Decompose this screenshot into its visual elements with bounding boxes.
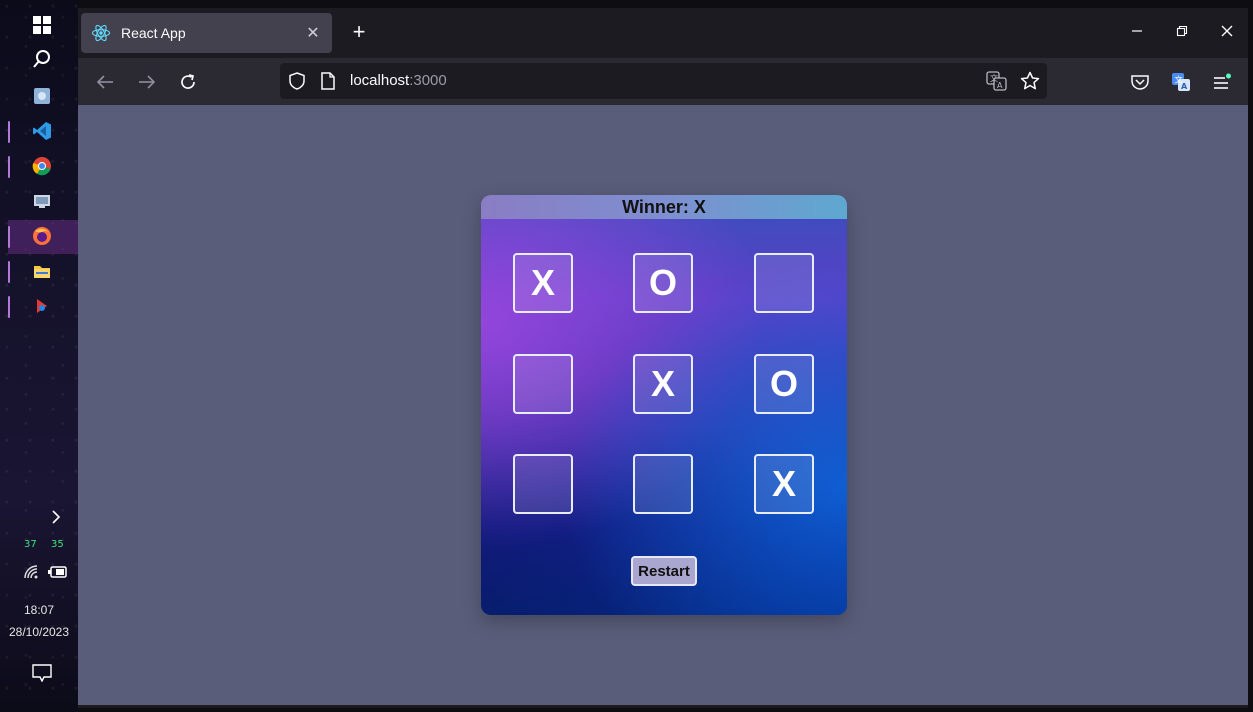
tab-title: React App bbox=[121, 25, 186, 41]
new-tab-icon[interactable]: + bbox=[346, 20, 372, 46]
search-icon[interactable] bbox=[28, 45, 56, 73]
reload-icon[interactable] bbox=[175, 69, 201, 95]
folder-icon[interactable] bbox=[28, 257, 56, 285]
svg-text:A: A bbox=[1181, 82, 1188, 91]
board-cell[interactable]: X bbox=[754, 454, 814, 514]
board-cell[interactable] bbox=[513, 354, 573, 414]
windows-start-icon[interactable] bbox=[28, 11, 56, 39]
tab-react-app[interactable]: React App ✕ bbox=[81, 13, 332, 53]
board-cell[interactable]: O bbox=[754, 354, 814, 414]
translate-icon[interactable]: 文A bbox=[986, 71, 1008, 96]
battery-icon[interactable] bbox=[46, 558, 70, 586]
menu-icon[interactable] bbox=[1209, 69, 1235, 95]
board-cell[interactable] bbox=[513, 454, 573, 514]
bookmark-star-icon[interactable] bbox=[1020, 71, 1040, 96]
close-window-icon[interactable] bbox=[1212, 20, 1242, 46]
forward-icon[interactable] bbox=[134, 69, 160, 95]
clock-date[interactable]: 28/10/2023 bbox=[0, 625, 78, 639]
close-tab-icon[interactable]: ✕ bbox=[300, 23, 326, 43]
game-status: Winner: X bbox=[481, 195, 847, 219]
restore-icon[interactable] bbox=[1167, 20, 1197, 46]
firefox-icon[interactable] bbox=[28, 222, 56, 250]
board-cell[interactable]: O bbox=[633, 253, 693, 313]
restart-button[interactable]: Restart bbox=[631, 556, 697, 586]
page-icon[interactable] bbox=[321, 72, 335, 95]
app-icon[interactable] bbox=[28, 292, 56, 320]
translate-extension-icon[interactable]: 文A bbox=[1168, 69, 1194, 95]
url-host: localhost bbox=[350, 72, 410, 89]
navigation-toolbar: localhost:3000 文A 文A bbox=[78, 58, 1248, 105]
gpu-temp-readout: 35 bbox=[51, 539, 64, 550]
chrome-icon[interactable] bbox=[28, 152, 56, 180]
explorer-icon[interactable] bbox=[28, 187, 56, 215]
back-icon[interactable] bbox=[92, 69, 118, 95]
cpu-temp-readout: 37 bbox=[24, 539, 37, 550]
browser-window: React App ✕ + localhost:3000 文 A 文 A Win… bbox=[78, 8, 1248, 708]
page-viewport: Winner: X X O X O X Restart bbox=[78, 105, 1248, 705]
svg-text:A: A bbox=[997, 81, 1003, 90]
chevron-right-icon[interactable] bbox=[46, 503, 66, 531]
address-bar[interactable]: localhost:3000 文A bbox=[280, 63, 1047, 99]
windows-taskbar: 37 35 18:07 28/10/2023 bbox=[0, 0, 78, 712]
shield-icon[interactable] bbox=[288, 72, 306, 95]
wifi-icon[interactable] bbox=[20, 558, 44, 586]
tic-tac-toe-card: Winner: X X O X O X Restart bbox=[481, 195, 847, 615]
clock-time[interactable]: 18:07 bbox=[0, 603, 78, 617]
board-cell[interactable]: X bbox=[513, 253, 573, 313]
url-text[interactable]: localhost:3000 bbox=[350, 72, 447, 89]
tab-strip: React App ✕ + bbox=[78, 8, 1248, 58]
board-cell[interactable] bbox=[633, 454, 693, 514]
minimize-icon[interactable] bbox=[1122, 20, 1152, 46]
notification-icon[interactable] bbox=[28, 659, 56, 687]
vscode-icon[interactable] bbox=[28, 117, 56, 145]
app-icon[interactable] bbox=[28, 82, 56, 110]
url-port: :3000 bbox=[409, 72, 447, 89]
react-icon bbox=[91, 23, 111, 43]
board-cell[interactable]: X bbox=[633, 354, 693, 414]
board-cell[interactable] bbox=[754, 253, 814, 313]
pocket-icon[interactable] bbox=[1127, 69, 1153, 95]
